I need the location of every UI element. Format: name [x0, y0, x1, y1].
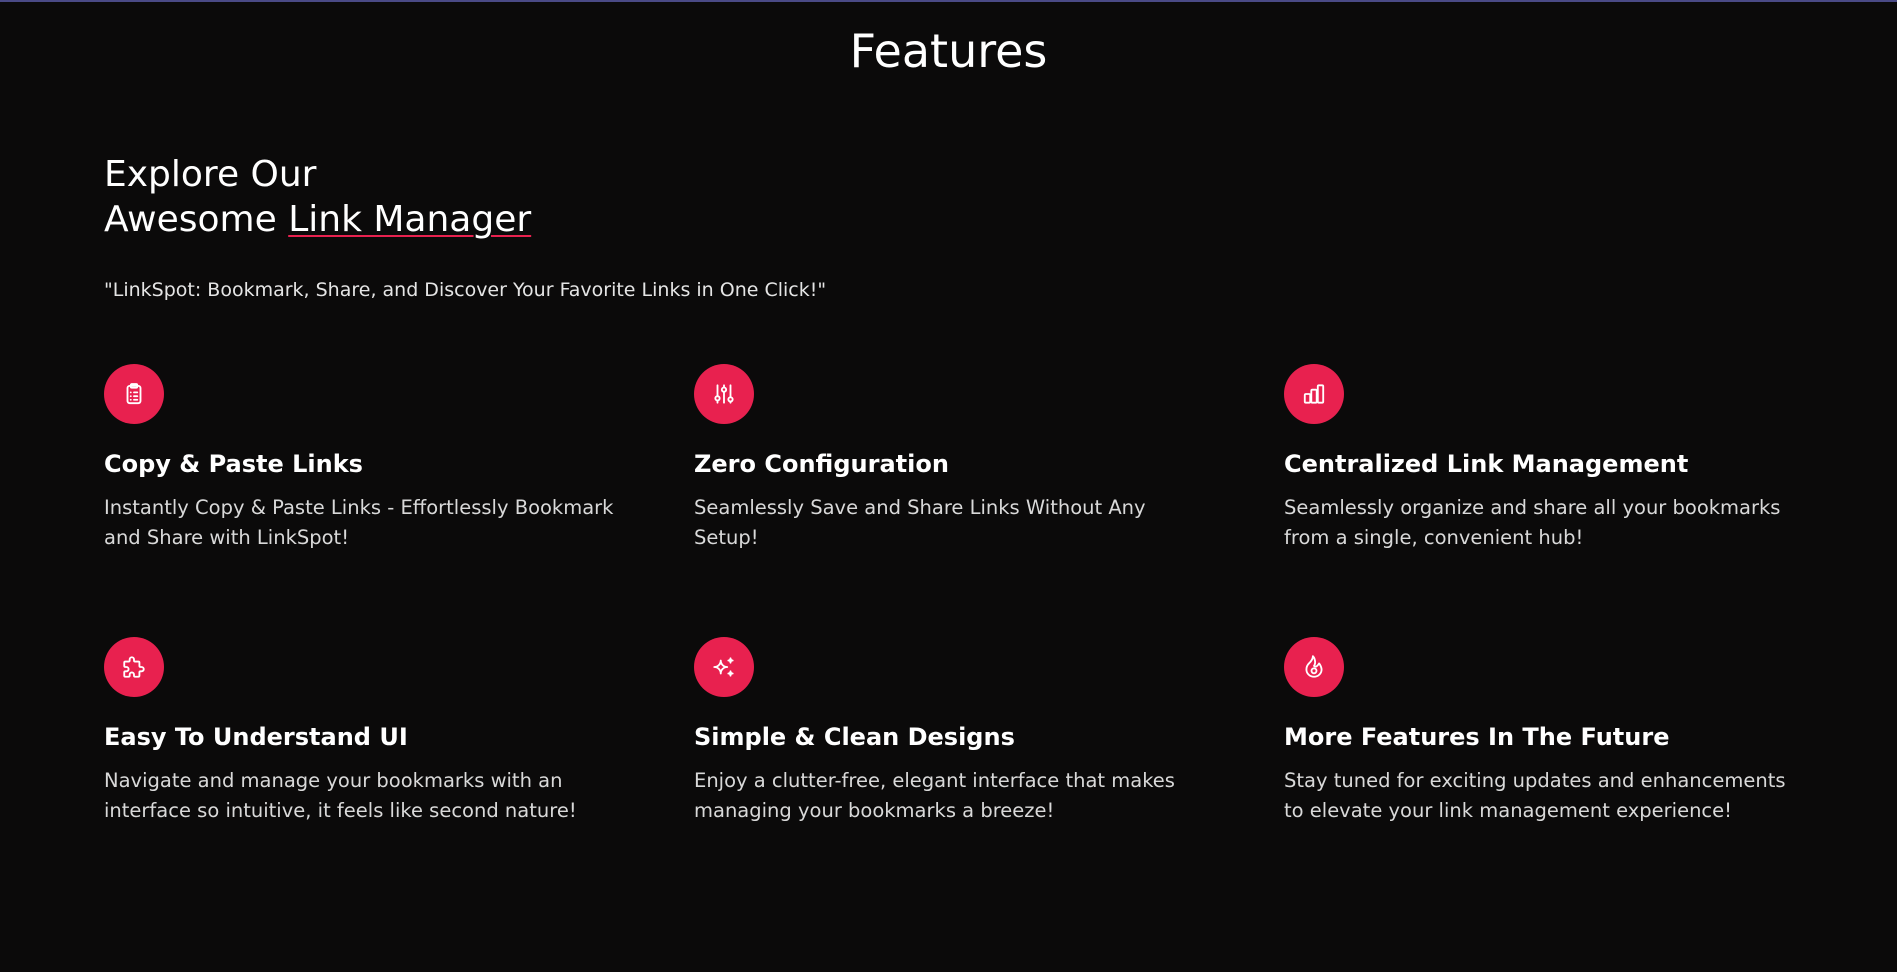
flame-icon: [1284, 637, 1344, 697]
hero-headline: Explore Our Awesome Link Manager: [104, 152, 531, 242]
feature-description: Instantly Copy & Paste Links - Effortles…: [104, 496, 614, 549]
feature-card-simple-clean: Simple & Clean Designs Enjoy a clutter-f…: [694, 637, 1214, 826]
feature-description: Enjoy a clutter-free, elegant interface …: [694, 769, 1175, 822]
hero-tagline: "LinkSpot: Bookmark, Share, and Discover…: [104, 279, 827, 301]
headline-line-2-prefix: Awesome: [104, 199, 289, 240]
headline-line-1: Explore Our: [104, 154, 317, 195]
feature-card-zero-config: Zero Configuration Seamlessly Save and S…: [694, 364, 1214, 553]
feature-title: Easy To Understand UI: [104, 723, 408, 751]
feature-description: Seamlessly Save and Share Links Without …: [694, 496, 1146, 549]
feature-title: Zero Configuration: [694, 450, 949, 478]
feature-title: Centralized Link Management: [1284, 450, 1689, 478]
feature-description: Stay tuned for exciting updates and enha…: [1284, 769, 1786, 822]
bar-chart-icon: [1284, 364, 1344, 424]
sparkles-icon: [694, 637, 754, 697]
feature-description: Seamlessly organize and share all your b…: [1284, 496, 1781, 549]
feature-card-centralized: Centralized Link Management Seamlessly o…: [1284, 364, 1804, 553]
feature-title: Copy & Paste Links: [104, 450, 363, 478]
clipboard-list-icon: [104, 364, 164, 424]
feature-card-copy-paste: Copy & Paste Links Instantly Copy & Past…: [104, 364, 624, 553]
feature-card-future: More Features In The Future Stay tuned f…: [1284, 637, 1804, 826]
headline-highlight: Link Manager: [288, 199, 532, 240]
adjustments-icon: [694, 364, 754, 424]
feature-title: More Features In The Future: [1284, 723, 1670, 751]
feature-title: Simple & Clean Designs: [694, 723, 1015, 751]
feature-description: Navigate and manage your bookmarks with …: [104, 769, 577, 822]
puzzle-icon: [104, 637, 164, 697]
section-title: Features: [849, 24, 1048, 78]
feature-card-easy-ui: Easy To Understand UI Navigate and manag…: [104, 637, 624, 826]
top-accent-line: [0, 0, 1897, 2]
